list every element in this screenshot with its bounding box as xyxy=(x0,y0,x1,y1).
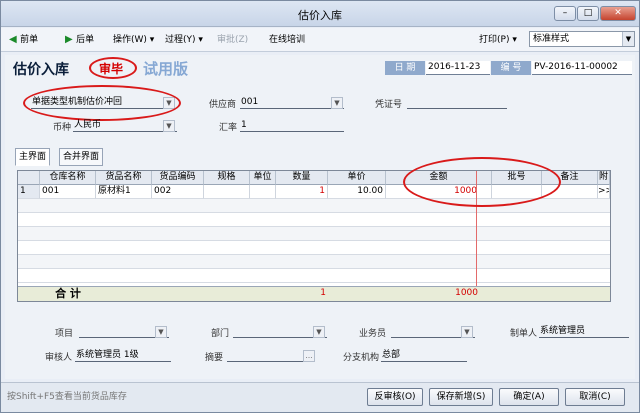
window-title: 估价入库 xyxy=(298,9,342,22)
prev-button[interactable]: ◀ 前单 xyxy=(9,33,38,47)
date-label: 日 期 xyxy=(385,61,425,75)
prev-label: 前单 xyxy=(20,35,39,45)
status-hint: 按Shift+F5查看当前货品库存 xyxy=(7,392,127,402)
branch-field[interactable]: 总部 xyxy=(381,349,467,362)
arrow-left-icon: ◀ xyxy=(9,34,21,45)
unapprove-button[interactable]: 审批(Z) xyxy=(217,33,248,47)
table-row[interactable] xyxy=(18,213,610,227)
cell-spec[interactable] xyxy=(204,185,250,199)
col-attach: 附 xyxy=(598,171,610,185)
col-product: 货品名称 xyxy=(96,171,152,185)
cell-product[interactable]: 原材料1 xyxy=(96,185,152,199)
chevron-down-icon[interactable]: ▼ xyxy=(313,326,325,338)
annotation-circle xyxy=(23,85,181,121)
row-number: 1 xyxy=(18,185,40,199)
title-bar: 估价入库 – □ ✕ xyxy=(1,1,639,27)
total-label: 合 计 xyxy=(55,287,81,300)
supplier-field[interactable]: 001 xyxy=(240,96,344,109)
table-row[interactable] xyxy=(18,269,610,283)
next-label: 后单 xyxy=(76,35,95,45)
style-value: 标准样式 xyxy=(533,34,570,44)
process-menu[interactable]: 过程(Y) ▾ xyxy=(165,33,203,47)
online-training-button[interactable]: 在线培训 xyxy=(269,33,305,47)
maker-label: 制单人 xyxy=(510,329,538,339)
close-button[interactable]: ✕ xyxy=(600,6,636,21)
chevron-down-icon: ▾ xyxy=(146,35,155,45)
dept-label: 部门 xyxy=(211,329,230,339)
operation-menu[interactable]: 操作(W) ▾ xyxy=(113,33,154,47)
currency-field[interactable]: 人民币 xyxy=(73,119,177,132)
number-label: 编 号 xyxy=(491,61,531,75)
voucher-label: 凭证号 xyxy=(375,100,403,110)
chevron-down-icon[interactable]: ▼ xyxy=(163,120,175,132)
unaudit-button[interactable]: 反审核(O) xyxy=(367,388,423,406)
voucher-field[interactable] xyxy=(407,96,507,109)
chevron-down-icon[interactable]: ▼ xyxy=(155,326,167,338)
arrow-right-icon: ▶ xyxy=(65,34,77,45)
table-row[interactable] xyxy=(18,255,610,269)
operation-label: 操作(W) xyxy=(113,35,147,45)
print-label: 打印(P) xyxy=(479,35,510,45)
auditor-label: 审核人 xyxy=(45,353,73,363)
col-qty: 数量 xyxy=(276,171,328,185)
table-row[interactable] xyxy=(18,227,610,241)
tab-main[interactable]: 主界面 xyxy=(15,148,51,166)
cancel-button[interactable]: 取消(C) xyxy=(565,388,625,406)
summary-label: 摘要 xyxy=(205,353,224,363)
cell-warehouse[interactable]: 001 xyxy=(40,185,96,199)
minimize-button[interactable]: – xyxy=(554,6,576,21)
date-field[interactable]: 2016-11-23 xyxy=(426,61,490,75)
maximize-button[interactable]: □ xyxy=(577,6,599,21)
number-field[interactable]: PV-2016-11-00002 xyxy=(532,61,632,75)
total-amount: 1000 xyxy=(455,288,478,298)
tab-merge[interactable]: 合并界面 xyxy=(59,148,104,166)
cell-price[interactable]: 10.00 xyxy=(328,185,386,199)
chevron-down-icon: ▾ xyxy=(509,35,517,45)
toolbar: ◀ 前单 ▶ 后单 操作(W) ▾ 过程(Y) ▾ 审批(Z) 在线培训 打印(… xyxy=(1,28,639,52)
branch-label: 分支机构 xyxy=(343,353,380,363)
col-unit: 单位 xyxy=(250,171,276,185)
ellipsis-icon[interactable]: … xyxy=(303,350,315,362)
col-code: 货品编码 xyxy=(152,171,204,185)
chevron-down-icon: ▾ xyxy=(195,35,203,45)
summary-field[interactable] xyxy=(227,349,315,362)
cell-qty[interactable]: 1 xyxy=(276,185,328,199)
trial-label: 试用版 xyxy=(143,60,189,78)
annotation-circle xyxy=(403,157,561,207)
window: 估价入库 – □ ✕ ◀ 前单 ▶ 后单 操作(W) ▾ 过程(Y) ▾ 审批(… xyxy=(0,0,640,413)
table-row[interactable] xyxy=(18,241,610,255)
print-menu[interactable]: 打印(P) ▾ xyxy=(479,33,517,47)
maker-field[interactable]: 系统管理员 xyxy=(539,325,629,338)
process-label: 过程(Y) xyxy=(165,35,196,45)
total-row: 合 计 1 1000 xyxy=(18,286,610,301)
cell-unit[interactable] xyxy=(250,185,276,199)
col-price: 单价 xyxy=(328,171,386,185)
style-select[interactable]: 标准样式 ▼ xyxy=(529,31,635,47)
ok-button[interactable]: 确定(A) xyxy=(499,388,559,406)
chevron-down-icon[interactable]: ▼ xyxy=(331,97,343,109)
save-new-button[interactable]: 保存新增(S) xyxy=(429,388,493,406)
auditor-field[interactable]: 系统管理员 1级 xyxy=(75,349,171,362)
chevron-down-icon[interactable]: ▼ xyxy=(461,326,473,338)
rate-field[interactable]: 1 xyxy=(240,119,344,132)
currency-label: 币种 xyxy=(53,123,72,133)
total-qty: 1 xyxy=(320,288,326,298)
staff-label: 业务员 xyxy=(359,329,387,339)
annotation-circle xyxy=(89,57,137,79)
cell-attach[interactable]: >> xyxy=(598,185,610,199)
chevron-down-icon: ▼ xyxy=(622,32,634,46)
row-header-corner xyxy=(18,171,40,185)
cell-code[interactable]: 002 xyxy=(152,185,204,199)
project-label: 项目 xyxy=(55,329,74,339)
supplier-label: 供应商 xyxy=(209,100,237,110)
status-bar: 按Shift+F5查看当前货品库存 反审核(O) 保存新增(S) 确定(A) 取… xyxy=(1,382,639,412)
col-spec: 规格 xyxy=(204,171,250,185)
next-button[interactable]: ▶ 后单 xyxy=(65,33,94,47)
page-title: 估价入库 xyxy=(13,62,69,78)
rate-label: 汇率 xyxy=(219,123,238,133)
form-area: 估价入库 审毕 试用版 日 期 2016-11-23 编 号 PV-2016-1… xyxy=(5,55,635,379)
col-warehouse: 仓库名称 xyxy=(40,171,96,185)
